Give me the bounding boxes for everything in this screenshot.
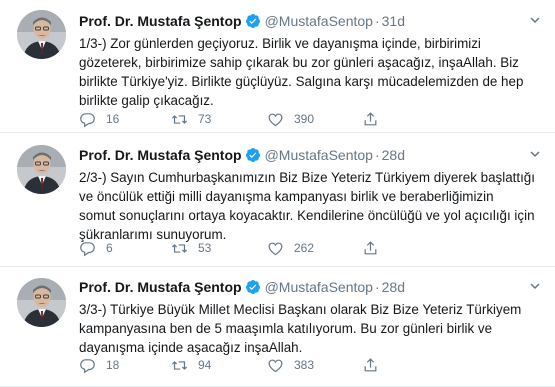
tweet-text-line: 1/3-) Zor günlerden geçiyoruz. Birlik ve… [79,36,481,51]
tweet[interactable]: Prof. Dr. Mustafa Şentop @MustafaSentop · 3… [0,0,555,133]
retweet-count: 94 [198,358,212,372]
tweet-timestamp[interactable]: 28d [382,147,405,163]
retweet-icon [171,114,188,124]
share-icon [364,240,377,254]
retweet-count: 73 [198,112,212,126]
avatar[interactable] [17,10,66,59]
reply-count: 16 [106,112,120,126]
author-name[interactable]: Prof. Dr. Mustafa Şentop [79,13,242,29]
tweet-text-line: 2/3-) Sayın Cumhurbaşkanımızın Biz Bize … [79,170,535,185]
tweet-text-line: kampanyasına ben de 5 maaşımla katılıyor… [79,321,493,336]
chevron-down-icon[interactable] [529,14,541,26]
tweet-actions: 18 94 383 [79,355,509,375]
separator-dot: · [374,279,380,295]
share-icon [364,111,377,125]
tweet[interactable]: Prof. Dr. Mustafa Şentop @MustafaSentop · 2… [0,267,555,387]
share-button[interactable] [362,109,389,129]
tweet-text-line: gözeterek, birbirimize sahip çıkarak bu … [79,55,519,70]
verified-badge-icon [245,14,260,28]
reply-button[interactable]: 16 [79,109,119,129]
reply-icon [80,112,95,127]
tweet-actions: 16 73 390 [79,109,509,129]
chevron-down-icon[interactable] [529,280,541,292]
tweet-text-line: birlikte Türkiye'yiz. Birlikte güçlüyüz.… [79,74,524,89]
tweet-content: Prof. Dr. Mustafa Şentop @MustafaSentop · 2… [79,145,541,244]
tweet-timestamp[interactable]: 28d [382,279,405,295]
retweet-button[interactable]: 53 [171,238,211,258]
tweet-actions: 6 53 262 [79,238,509,258]
separator-dot: · [374,147,380,163]
like-button[interactable]: 383 [267,355,314,375]
retweet-icon [171,243,188,253]
like-icon [268,359,283,372]
like-count: 390 [294,112,315,126]
author-name[interactable]: Prof. Dr. Mustafa Şentop [79,147,242,163]
tweet-text: 2/3-) Sayın Cumhurbaşkanımızın Biz Bize … [79,168,541,244]
verified-badge-icon [245,148,260,162]
tweet-header: Prof. Dr. Mustafa Şentop @MustafaSentop · 2… [79,277,541,297]
tweet-header: Prof. Dr. Mustafa Şentop @MustafaSentop · 3… [79,11,541,31]
like-button[interactable]: 262 [267,238,314,258]
tweet-text-line: somut sonuçlarını ortaya koyacaktır. Ken… [79,208,535,223]
author-handle[interactable]: @MustafaSentop [265,13,373,29]
retweet-button[interactable]: 94 [171,355,211,375]
tweet-text-line: 3/3-) Türkiye Büyük Millet Meclisi Başka… [79,302,522,317]
verified-badge-icon [245,280,260,294]
like-count: 383 [294,358,315,372]
avatar[interactable] [17,278,66,327]
author-name[interactable]: Prof. Dr. Mustafa Şentop [79,279,242,295]
like-button[interactable]: 390 [267,109,314,129]
avatar-portrait-icon [17,145,66,194]
tweet-feed: Prof. Dr. Mustafa Şentop @MustafaSentop · 3… [0,0,555,387]
like-icon [268,113,283,126]
tweet-text-line: birlikte galip çıkacağız. [79,93,214,108]
retweet-count: 53 [198,241,212,255]
retweet-icon [171,360,188,370]
tweet-content: Prof. Dr. Mustafa Şentop @MustafaSentop · 2… [79,277,541,357]
tweet-content: Prof. Dr. Mustafa Şentop @MustafaSentop · 3… [79,11,541,110]
reply-icon [80,241,95,256]
retweet-button[interactable]: 73 [171,109,211,129]
avatar-portrait-icon [17,10,66,59]
tweet[interactable]: Prof. Dr. Mustafa Şentop @MustafaSentop · 2… [0,133,555,267]
reply-button[interactable]: 18 [79,355,119,375]
tweet-timestamp[interactable]: 31d [382,13,405,29]
avatar[interactable] [17,145,66,194]
like-icon [268,242,283,255]
separator-dot: · [374,13,380,29]
chevron-down-icon[interactable] [529,148,541,160]
like-count: 262 [294,241,315,255]
author-handle[interactable]: @MustafaSentop [265,279,373,295]
reply-button[interactable]: 6 [79,238,113,258]
reply-count: 18 [106,358,120,372]
reply-icon [80,358,95,373]
tweet-text-line: ve öncülük ettiği milli dayanışma kampan… [79,189,494,204]
author-handle[interactable]: @MustafaSentop [265,147,373,163]
tweet-header: Prof. Dr. Mustafa Şentop @MustafaSentop · 2… [79,145,541,165]
share-button[interactable] [362,238,389,258]
reply-count: 6 [106,241,113,255]
tweet-text: 3/3-) Türkiye Büyük Millet Meclisi Başka… [79,300,541,357]
avatar-portrait-icon [17,278,66,327]
share-icon [364,357,377,371]
share-button[interactable] [362,355,389,375]
tweet-text: 1/3-) Zor günlerden geçiyoruz. Birlik ve… [79,34,541,110]
